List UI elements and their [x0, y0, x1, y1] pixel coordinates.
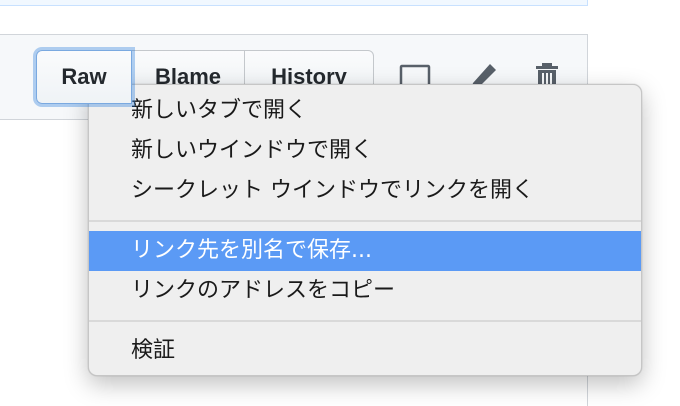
- previous-panel-edge: [0, 0, 588, 6]
- menu-item-open-incognito[interactable]: シークレット ウインドウでリンクを開く: [89, 171, 641, 211]
- menu-separator: [89, 220, 641, 222]
- menu-item-copy-link-address[interactable]: リンクのアドレスをコピー: [89, 271, 641, 311]
- menu-item-open-new-window[interactable]: 新しいウインドウで開く: [89, 131, 641, 171]
- menu-separator: [89, 320, 641, 322]
- raw-button[interactable]: Raw: [36, 50, 132, 104]
- menu-item-open-new-tab[interactable]: 新しいタブで開く: [89, 91, 641, 131]
- menu-item-save-link-as[interactable]: リンク先を別名で保存...: [89, 231, 641, 271]
- context-menu: 新しいタブで開く 新しいウインドウで開く シークレット ウインドウでリンクを開く…: [88, 84, 642, 376]
- menu-item-inspect[interactable]: 検証: [89, 331, 641, 371]
